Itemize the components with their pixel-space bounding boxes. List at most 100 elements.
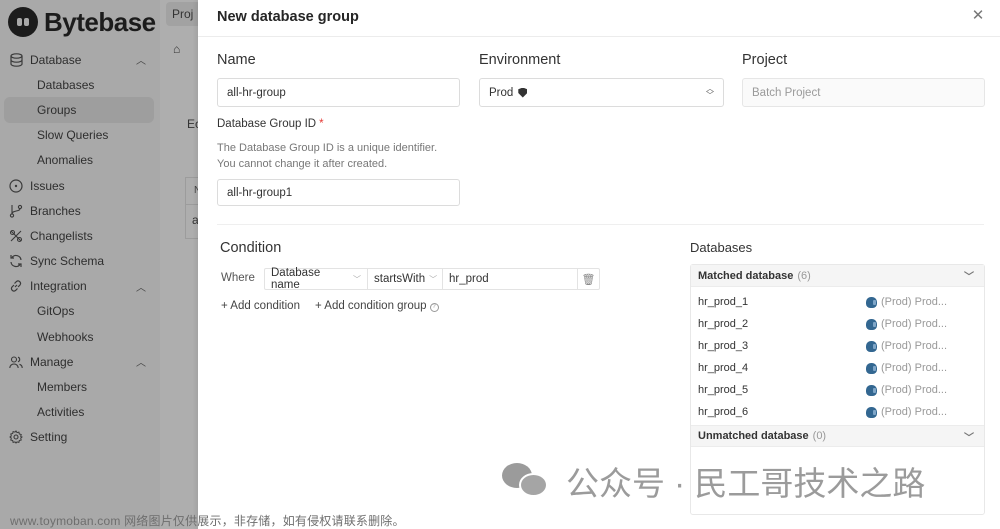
database-environment: (Prod) Prod... (881, 296, 948, 308)
add-condition-group-button[interactable]: + Add condition group? (315, 300, 439, 312)
close-icon[interactable]: ✕ (970, 8, 986, 24)
section-divider (217, 224, 984, 225)
shield-icon (518, 87, 528, 98)
sidebar-item-sync-schema[interactable]: Sync Schema (0, 249, 160, 274)
sidebar-item-anomalies[interactable]: Anomalies (0, 148, 160, 173)
database-row: hr_prod_4 (Prod) Prod... (691, 357, 984, 379)
condition-operator-value: startsWith (374, 273, 426, 285)
chevron-up-icon: ︿ (136, 282, 146, 294)
matched-database-label: Matched database (698, 269, 794, 282)
sidebar-item-label: Anomalies (37, 153, 94, 168)
brand-name: Bytebase (44, 6, 156, 37)
sidebar-item-label: Setting (30, 430, 68, 445)
drawer-title: New database group (217, 9, 359, 25)
project-label: Project (742, 52, 788, 68)
sidebar-item-label: Changelists (30, 228, 93, 243)
chevron-up-icon: ︿ (136, 358, 146, 370)
project-input: Batch Project (742, 78, 985, 107)
sidebar-item-integration[interactable]: Integration ︿ (0, 274, 160, 299)
sidebar-item-issues[interactable]: Issues (0, 173, 160, 198)
condition-row: Database name ﹀ startsWith ﹀ hr_prod 🗑 (264, 267, 600, 291)
database-row: hr_prod_1 (Prod) Prod... (691, 291, 984, 313)
database-environment: (Prod) Prod... (881, 362, 948, 374)
logo[interactable]: Bytebase (8, 6, 156, 38)
sidebar-item-setting[interactable]: Setting (0, 425, 160, 450)
chevron-down-icon: ﹀ (964, 432, 974, 444)
sidebar-item-members[interactable]: Members (0, 374, 160, 399)
condition-field-select[interactable]: Database name ﹀ (265, 267, 368, 291)
trash-icon[interactable]: 🗑 (578, 269, 599, 289)
condition-operator-select[interactable]: startsWith ﹀ (368, 269, 443, 289)
database-row: hr_prod_2 (Prod) Prod... (691, 313, 984, 335)
database-environment: (Prod) Prod... (881, 384, 948, 396)
group-id-help-line: You cannot change it after created. (217, 158, 388, 170)
sidebar-item-activities[interactable]: Activities (0, 400, 160, 425)
sidebar-item-groups[interactable]: Groups (4, 97, 154, 123)
select-arrows-icon: ︿ ﹀ (706, 84, 714, 100)
wechat-icon (502, 463, 548, 499)
condition-value-input[interactable]: hr_prod (443, 269, 578, 289)
group-id-help-line: The Database Group ID is a unique identi… (217, 142, 438, 154)
sidebar-item-databases[interactable]: Databases (0, 72, 160, 97)
postgresql-icon (866, 340, 877, 352)
postgresql-icon (866, 384, 877, 396)
project-value: Batch Project (752, 86, 821, 99)
matched-database-count: (6) (797, 269, 811, 282)
name-input-value: all-hr-group (227, 86, 286, 99)
unmatched-database-label: Unmatched database (698, 430, 809, 442)
add-condition-button[interactable]: + Add condition (221, 300, 300, 312)
sidebar-item-slow-queries[interactable]: Slow Queries (0, 123, 160, 148)
database-name: hr_prod_2 (698, 318, 749, 330)
group-id-help: The Database Group ID is a unique identi… (217, 140, 437, 172)
condition-value-text: hr_prod (449, 273, 489, 285)
sidebar-item-branches[interactable]: Branches (0, 198, 160, 223)
condition-field-value: Database name (271, 267, 321, 291)
sidebar-nav: Database ︿ Databases Groups Slow Queries… (0, 47, 160, 450)
new-database-group-drawer: New database group ✕ Name all-hr-group E… (198, 0, 1000, 529)
unmatched-database-count: (0) (812, 430, 827, 442)
sidebar-item-label: Manage (30, 354, 74, 369)
group-id-label: Database Group ID * (217, 118, 324, 130)
unmatched-database-header[interactable]: Unmatched database (0) ﹀ (691, 425, 984, 447)
home-icon: ⌂ (173, 42, 181, 56)
sidebar-item-label: Database (30, 52, 82, 67)
wechat-watermark: 公众号 · 民工哥技术之路 (502, 457, 925, 505)
sidebar-item-label: GitOps (37, 304, 75, 319)
database-name: hr_prod_5 (698, 384, 749, 396)
group-id-input[interactable]: all-hr-group1 (217, 179, 460, 206)
add-condition-group-label: + Add condition group (315, 300, 427, 312)
matched-database-header[interactable]: Matched database (6) ﹀ (691, 265, 984, 287)
chevron-down-icon: ﹀ (429, 274, 438, 284)
sidebar-item-label: Slow Queries (37, 128, 109, 143)
sidebar: Bytebase Database ︿ Databases Groups Slo… (0, 0, 160, 529)
bytebase-logo-icon (8, 7, 38, 37)
name-input[interactable]: all-hr-group (217, 78, 460, 107)
sidebar-item-manage[interactable]: Manage ︿ (0, 349, 160, 374)
sidebar-item-label: Branches (30, 203, 81, 218)
site-watermark: www.toymoban.com 网络图片仅供展示，非存储，如有侵权请联系删除。 (10, 514, 405, 528)
database-name: hr_prod_4 (698, 362, 749, 374)
sidebar-item-webhooks[interactable]: Webhooks (0, 324, 160, 349)
gear-icon (9, 430, 23, 445)
database-row: hr_prod_6 (Prod) Prod... (691, 401, 984, 423)
database-environment: (Prod) Prod... (881, 340, 948, 352)
link-icon (9, 279, 23, 293)
matched-database-list: hr_prod_1 (Prod) Prod... hr_prod_2 (Prod) … (691, 287, 984, 425)
issues-icon (9, 178, 23, 193)
sidebar-item-label: Integration (30, 279, 87, 294)
sidebar-item-gitops[interactable]: GitOps (0, 299, 160, 324)
sync-icon (9, 254, 23, 268)
environment-select[interactable]: Prod ︿ ﹀ (479, 78, 724, 107)
sidebar-item-changelists[interactable]: Changelists (0, 223, 160, 248)
chevron-up-icon: ︿ (136, 56, 146, 68)
sidebar-item-database[interactable]: Database ︿ (0, 47, 160, 72)
drawer-header: New database group ✕ (198, 0, 1000, 37)
database-name: hr_prod_6 (698, 406, 749, 418)
sidebar-item-label: Issues (30, 178, 65, 193)
environment-value: Prod (489, 86, 514, 99)
postgresql-icon (866, 362, 877, 374)
changelist-icon (9, 229, 23, 243)
help-icon[interactable]: ? (429, 303, 439, 312)
wechat-watermark-text: 公众号 · 民工哥技术之路 (566, 465, 926, 502)
group-id-value: all-hr-group1 (227, 186, 293, 199)
